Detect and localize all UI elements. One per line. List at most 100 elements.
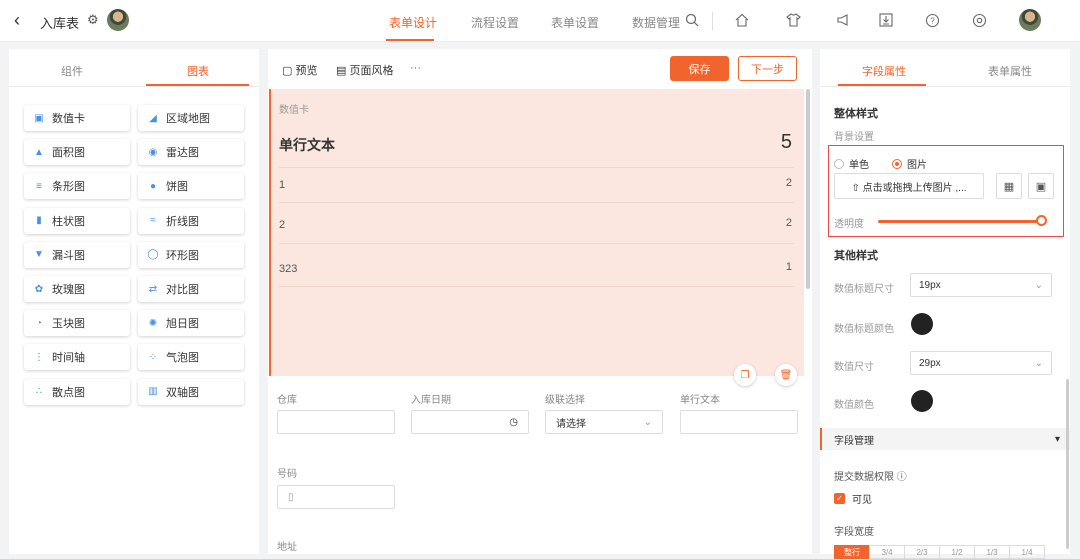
number-card-widget[interactable]: 数值卡 单行文本 5 1 2 2 2 323 1 — [269, 89, 804, 376]
timeline-icon: ⋮ — [34, 351, 44, 363]
width-option[interactable]: 2/3 — [904, 545, 940, 559]
chart-component-label: 条形图 — [52, 181, 85, 194]
width-option[interactable]: 整行 — [834, 545, 870, 559]
tab-form-settings[interactable]: 表单设置 — [551, 14, 599, 31]
tab-form-design[interactable]: 表单设计 — [389, 14, 437, 31]
value-title-size-select[interactable]: 19px ⌄ — [910, 273, 1052, 297]
chevron-down-icon: ⌄ — [1034, 357, 1043, 369]
shirt-icon[interactable] — [782, 9, 804, 31]
number-input[interactable]: ▯ — [277, 485, 395, 509]
funnel-chart-icon: ▼ — [34, 249, 44, 261]
chart-component-label: 散点图 — [52, 386, 85, 399]
rose-chart-icon: ✿ — [34, 283, 44, 295]
card-total: 5 — [780, 131, 792, 153]
image-library-icon[interactable]: ▣ — [1028, 173, 1054, 199]
scatter-chart-icon: ∴ — [35, 386, 43, 398]
chart-component-item[interactable]: ▮ 柱状图 — [24, 207, 130, 234]
avatar[interactable] — [107, 9, 129, 31]
settings-icon[interactable] — [968, 9, 990, 31]
chart-component-item[interactable]: ▲ 面积图 — [24, 139, 130, 166]
chart-component-item[interactable]: ≈ 折线图 — [138, 207, 244, 234]
opacity-slider-handle[interactable] — [1036, 215, 1047, 226]
chevron-down-icon: ⌄ — [643, 416, 652, 428]
inbound-date-input[interactable]: ◷ — [411, 410, 529, 434]
number-card-icon: ▣ — [34, 112, 44, 124]
chart-component-label: 旭日图 — [166, 318, 199, 331]
delete-icon[interactable]: 🗑 — [775, 364, 797, 386]
chart-component-item[interactable]: ∴ 散点图 — [24, 378, 130, 405]
clock-icon: ◷ — [509, 416, 518, 428]
scrollbar[interactable] — [806, 89, 810, 289]
visible-checkbox[interactable]: ✓ 可见 — [834, 491, 872, 506]
cascade-select[interactable]: 请选择 ⌄ — [545, 410, 663, 434]
section-overall-style: 整体样式 — [834, 108, 878, 120]
chart-component-item[interactable]: ◉ 雷达图 — [138, 139, 244, 166]
copy-icon[interactable]: ❐ — [734, 364, 756, 386]
row-value: 2 — [785, 217, 792, 229]
row-name: 323 — [279, 263, 298, 275]
chart-component-item[interactable]: ▥ 双轴图 — [138, 378, 244, 405]
tab-charts[interactable]: 图表 — [187, 63, 209, 79]
preview-button[interactable]: ▢ 预览 — [282, 62, 317, 78]
chart-component-item[interactable]: ⇄ 对比图 — [138, 276, 244, 302]
radio-image[interactable]: 图片 — [892, 156, 927, 171]
chart-component-item[interactable]: ✿ 玫瑰图 — [24, 276, 130, 302]
page-style-icon: ▤ — [336, 65, 350, 77]
preview-icon: ▢ — [282, 65, 296, 77]
qr-code-icon[interactable]: ▦ — [996, 173, 1022, 199]
tab-form-properties[interactable]: 表单属性 — [988, 63, 1032, 79]
row-divider — [279, 167, 794, 168]
help-icon[interactable]: ? — [921, 9, 943, 31]
warehouse-input[interactable] — [277, 410, 395, 434]
form-settings-icon[interactable]: ⚙ — [87, 12, 99, 28]
home-icon[interactable] — [731, 9, 753, 31]
megaphone-icon[interactable] — [832, 9, 854, 31]
width-option[interactable]: 1/3 — [974, 545, 1010, 559]
user-avatar[interactable] — [1019, 9, 1041, 31]
width-option[interactable]: 3/4 — [869, 545, 905, 559]
chart-component-label: 时间轴 — [52, 352, 85, 365]
radio-dot-selected — [892, 158, 902, 169]
width-option[interactable]: 1/2 — [939, 545, 975, 559]
row-name: 2 — [279, 219, 286, 231]
chart-component-item[interactable]: ▼ 漏斗图 — [24, 241, 130, 268]
next-step-button[interactable]: 下一步 — [738, 56, 797, 81]
image-upload-button[interactable]: ⇧ 点击或拖拽上传图片 ,... — [834, 173, 984, 199]
chart-component-label: 环形图 — [166, 249, 199, 262]
chart-component-item[interactable]: ✺ 旭日图 — [138, 310, 244, 337]
value-color-swatch[interactable] — [911, 390, 933, 412]
more-button[interactable]: ··· — [410, 62, 421, 74]
tab-components[interactable]: 组件 — [61, 63, 83, 79]
chart-component-item[interactable]: ◢ 区域地图 — [138, 105, 244, 131]
pie-chart-icon: ● — [149, 180, 157, 192]
field-label-warehouse: 仓库 — [277, 395, 297, 406]
save-button[interactable]: 保存 — [670, 56, 729, 81]
tab-process-settings[interactable]: 流程设置 — [471, 14, 519, 31]
value-title-color-swatch[interactable] — [911, 313, 933, 335]
bubble-chart-icon: ⁘ — [148, 351, 158, 363]
chart-component-item[interactable]: ◔ 玉块图 — [24, 310, 130, 337]
tab-data-management[interactable]: 数据管理 — [632, 14, 680, 31]
opacity-slider-track[interactable] — [878, 220, 1041, 223]
chart-component-item[interactable]: ▣ 数值卡 — [24, 105, 130, 131]
back-icon[interactable]: ‹ — [14, 10, 20, 31]
radio-solid-color[interactable]: 单色 — [834, 156, 869, 171]
info-icon[interactable]: ⓘ — [897, 472, 907, 483]
chart-component-item[interactable]: ⋮ 时间轴 — [24, 344, 130, 371]
search-icon[interactable] — [681, 9, 703, 31]
chart-component-item[interactable]: ≡ 条形图 — [24, 173, 130, 200]
row-divider — [279, 202, 794, 203]
download-icon[interactable] — [875, 9, 897, 31]
chart-component-item[interactable]: ● 饼图 — [138, 173, 244, 200]
chart-component-label: 漏斗图 — [52, 249, 85, 262]
chart-component-item[interactable]: ⁘ 气泡图 — [138, 344, 244, 371]
width-option[interactable]: 1/4 — [1009, 545, 1045, 559]
single-text-input[interactable] — [680, 410, 798, 434]
page-style-button[interactable]: ▤ 页面风格 — [336, 62, 393, 78]
field-management-header[interactable]: 字段管理 ▾ — [820, 428, 1070, 450]
scrollbar[interactable] — [1066, 379, 1069, 549]
donut-chart-icon: ◯ — [147, 249, 159, 261]
value-size-select[interactable]: 29px ⌄ — [910, 351, 1052, 375]
tab-field-properties[interactable]: 字段属性 — [862, 63, 906, 79]
chart-component-item[interactable]: ◯ 环形图 — [138, 241, 244, 268]
